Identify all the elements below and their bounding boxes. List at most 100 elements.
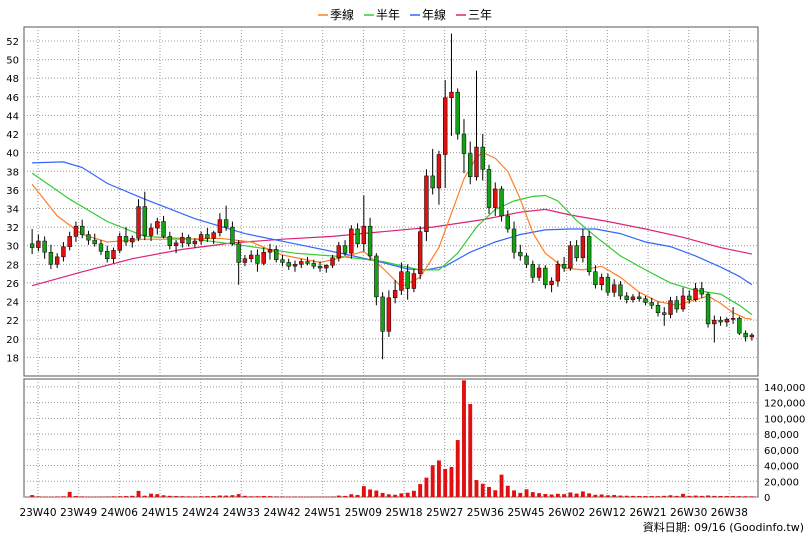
volume-bar — [668, 495, 673, 497]
candle-body — [493, 188, 498, 208]
volume-tick-label: 100,000 — [764, 414, 805, 425]
volume-bar — [737, 496, 742, 497]
candle — [455, 88, 460, 140]
volume-bar — [111, 496, 116, 497]
candle — [424, 169, 429, 242]
volume-bar — [599, 494, 604, 497]
candle-body — [167, 236, 173, 246]
stock-chart: 季線 半年 年線 三年 18 20 22 24 26 28 30 32 34 36 38 40 42 44… — [6, 7, 805, 534]
candle-body — [36, 240, 41, 248]
candle-body — [73, 225, 79, 237]
volume-bar — [136, 490, 141, 497]
candle-body — [449, 91, 454, 98]
volume-bar — [224, 495, 229, 497]
price-tick-label: 40 — [6, 149, 19, 160]
volume-bar — [643, 496, 648, 497]
volume-bar — [305, 496, 310, 498]
volume-bar — [468, 404, 473, 497]
volume-bar — [393, 494, 398, 497]
candle-body — [561, 264, 567, 269]
svg-text:三年: 三年 — [468, 8, 492, 22]
volume-bar — [618, 495, 623, 497]
candle-body — [549, 280, 554, 286]
candle-body — [142, 206, 147, 236]
volume-bar — [217, 495, 222, 497]
volume-bar — [343, 495, 348, 497]
volume-bar — [418, 484, 423, 497]
volume-bar — [30, 495, 35, 497]
candle-body — [367, 225, 373, 257]
volume-bar — [449, 466, 454, 497]
volume-bar — [555, 493, 560, 497]
candle-body — [699, 288, 704, 295]
candle — [737, 316, 742, 336]
volume-bar — [480, 483, 485, 497]
x-tick-label: 23W49 — [60, 507, 97, 519]
volume-bar — [99, 496, 103, 498]
candle-body — [280, 259, 285, 263]
candle-body — [705, 293, 711, 325]
candle-body — [480, 146, 485, 170]
volume-bar — [349, 494, 354, 497]
volume-bar — [380, 492, 385, 497]
candle-body — [29, 243, 35, 248]
volume-bar — [330, 496, 335, 497]
candle-body — [724, 318, 730, 323]
x-tick-label: 23W40 — [19, 507, 56, 519]
x-tick-label: 25W36 — [467, 507, 504, 519]
candle-body — [624, 295, 629, 300]
volume-bar — [142, 495, 147, 497]
volume-bar — [124, 496, 128, 497]
volume-bar — [105, 496, 110, 497]
candle-body — [411, 273, 417, 289]
volume-bar — [167, 495, 172, 497]
candle-body — [230, 226, 235, 245]
price-tick-label: 44 — [6, 111, 19, 122]
volume-bar — [186, 496, 191, 497]
volume-bar — [637, 495, 642, 497]
candle — [568, 241, 573, 271]
volume-bar — [593, 494, 598, 497]
candle-body — [599, 277, 604, 286]
candle-body — [555, 264, 561, 282]
price-tick-label: 22 — [6, 316, 19, 327]
x-tick-label: 25W27 — [426, 507, 463, 519]
volume-bar — [73, 496, 78, 497]
price-tick-label: 30 — [6, 242, 19, 253]
volume-bar — [681, 493, 685, 497]
volume-bar — [286, 496, 291, 498]
candle-body — [524, 255, 529, 265]
candle-body — [92, 239, 97, 245]
candle-body — [242, 258, 248, 263]
volume-bar — [399, 493, 404, 497]
volume-bar — [693, 495, 698, 497]
volume-bar — [743, 496, 748, 497]
volume-bar — [42, 496, 47, 498]
volume-bar — [361, 486, 366, 497]
volume-bar — [474, 480, 479, 497]
volume-bar — [524, 489, 529, 497]
candle-body — [662, 312, 667, 315]
candle-body — [436, 154, 442, 189]
candle-body — [299, 261, 304, 265]
price-axis: 18 20 22 24 26 28 30 32 34 36 38 40 42 44 46 48 50 52 — [6, 37, 19, 364]
x-tick-label: 26W30 — [670, 507, 707, 519]
candle-body — [680, 295, 686, 310]
volume-tick-label: 20,000 — [764, 477, 799, 488]
volume-bar — [662, 495, 667, 497]
candle-body — [136, 206, 141, 239]
price-tick-label: 52 — [6, 37, 19, 48]
price-tick-label: 50 — [6, 56, 19, 67]
volume-bar — [687, 495, 692, 497]
candle-body — [349, 228, 354, 254]
candle-body — [674, 300, 679, 310]
candle — [543, 265, 548, 289]
volume-bar — [731, 496, 736, 497]
candle-body — [173, 242, 179, 246]
volume-bar — [656, 496, 660, 497]
x-tick-label: 26W02 — [548, 507, 585, 519]
volume-bar — [624, 495, 629, 497]
volume-bar — [436, 460, 441, 497]
volume-bar — [268, 496, 272, 497]
candle-body — [486, 169, 492, 208]
